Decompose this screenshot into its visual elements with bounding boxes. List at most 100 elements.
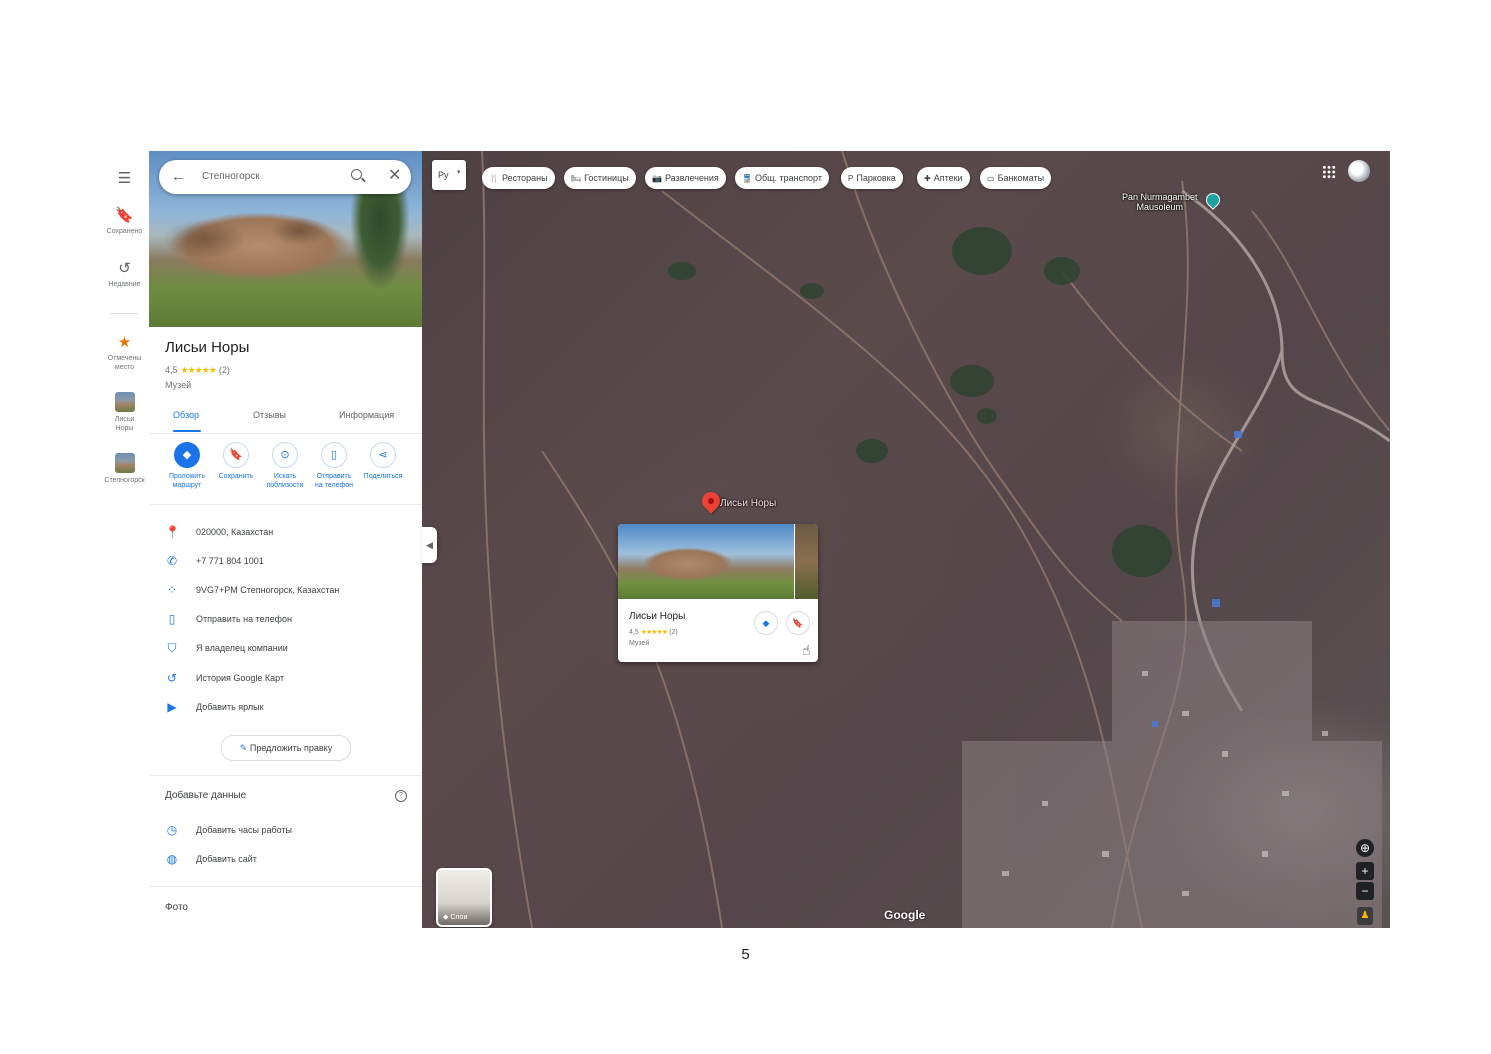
crosshair-icon: ⊕ [1359,841,1371,855]
account-avatar[interactable] [1348,160,1370,182]
info-send-to-phone[interactable]: ▯ Отправить на телефон [149,609,422,631]
add-website-item[interactable]: ◍ Добавить сайт [149,849,422,871]
poi-mausoleum-label[interactable]: Pan Nurmagambet Mausoleum [1122,192,1198,212]
zoom-in-button[interactable]: + [1356,862,1374,880]
info-plus-code[interactable]: ⁘ 9VG7+PM Степногорск, Казахстан [149,580,422,602]
help-icon[interactable]: ? [395,790,407,802]
info-phone[interactable]: ✆ +7 771 804 1001 [149,551,422,573]
input-tools-button[interactable]: Ру ▾ [432,160,466,190]
recent-place-2[interactable]: Степногорск [100,453,149,485]
zoom-out-button[interactable]: − [1356,882,1374,900]
card-save-button[interactable]: 🔖 [786,611,810,635]
share-icon: ⋖ [370,442,396,468]
marked-places-button[interactable]: ★ Отмечены место [100,335,149,372]
card-title: Лисьи Норы [629,611,686,622]
pharmacy-icon: ✚ [924,174,931,183]
chip-parking[interactable]: P Парковка [841,167,903,189]
google-apps-icon[interactable] [1322,165,1336,179]
tab-about[interactable]: Информация [339,410,394,420]
card-rating: 4,5 ★★★★★ (2) [629,629,678,636]
active-tab-indicator [173,430,201,432]
menu-button[interactable]: ☰ [100,171,149,190]
verified-shield-icon: ⛉ [167,641,177,655]
history-icon: ↺ [118,260,131,277]
layers-button[interactable]: ◆ Слои [436,868,492,927]
bookmark-icon: 🔖 [223,442,249,468]
tab-reviews[interactable]: Отзывы [253,410,286,420]
rail-divider [110,313,138,314]
satellite-map[interactable]: Ру ▾ 🍴 Рестораны 🛏 Гостиницы 📷 Развлечения … [422,151,1390,928]
parking-icon: P [848,174,854,183]
send-to-phone-button[interactable]: ▯ Отправить на телефон [308,442,360,490]
pencil-icon: ✎ [239,743,248,753]
recent-button[interactable]: ↺ Недавние [100,261,149,289]
history-icon: ↺ [166,671,178,685]
directions-icon: ◆ [174,442,200,468]
hotel-icon: 🛏 [571,174,582,183]
phone-icon: ✆ [166,554,178,568]
recent-place-1[interactable]: Лисьи Норы [100,392,149,433]
suggest-edit-button[interactable]: ✎ Предложить правку [221,735,351,761]
send-to-phone-icon: ▯ [168,612,176,626]
tab-overview[interactable]: Обзор [173,410,199,420]
place-hover-card[interactable]: Лисьи Норы 4,5 ★★★★★ (2) Музей ◆ 🔖 ☝ [618,524,818,662]
hamburger-menu-icon: ☰ [117,170,132,187]
photos-heading: Фото [165,902,188,913]
share-button[interactable]: ⋖ Поделиться [357,442,409,481]
info-add-label[interactable]: ▶ Добавить ярлык [149,697,422,719]
label-tag-icon: ▶ [167,700,177,714]
card-photo[interactable] [618,524,794,599]
transit-icon: 🚆 [742,174,752,183]
info-claim-business[interactable]: ⛉ Я владелец компании [149,638,422,660]
search-box[interactable]: ← Степногорск ✕ [159,160,411,194]
marked-label: Отмечены место [107,355,142,371]
layers-icon: ◆ [443,914,449,921]
chip-pharmacies[interactable]: ✚ Аптеки [917,167,970,189]
card-directions-button[interactable]: ◆ [754,611,778,635]
rating-value: 4,5 [165,365,178,375]
layers-label: ◆ Слои [443,914,468,921]
card-photo-secondary[interactable] [795,524,818,599]
place-thumbnail [114,392,135,412]
place-category[interactable]: Музей [165,380,191,390]
search-input[interactable]: Степногорск [202,171,260,182]
search-icon[interactable] [351,169,362,180]
back-arrow-icon[interactable]: ← [171,168,186,186]
chip-restaurants[interactable]: 🍴 Рестораны [482,167,555,189]
info-address[interactable]: 📍 020000, Казахстан [149,522,422,544]
close-icon[interactable]: ✕ [388,167,401,185]
bookmark-icon: 🔖 [115,207,134,224]
chip-transit[interactable]: 🚆 Общ. транспорт [735,167,829,189]
minus-icon: − [1361,884,1369,898]
place-rating[interactable]: 4,5 ★★★★★ (2) [165,365,230,376]
plus-code-icon: ⁘ [166,583,178,597]
google-logo: Google [884,908,926,922]
chip-atms[interactable]: ▭ Банкоматы [980,167,1052,189]
restaurant-icon: 🍴 [489,174,499,183]
saved-label: Сохранено [106,228,143,235]
chip-entertainment[interactable]: 📷 Развлечения [645,167,726,189]
info-maps-history[interactable]: ↺ История Google Карт [149,668,422,690]
saved-button[interactable]: 🔖 Сохранено [100,208,149,236]
add-data-heading: Добавьте данные [165,790,247,801]
review-count[interactable]: (2) [219,365,230,375]
save-button[interactable]: 🔖 Сохранить [210,442,262,481]
directions-button[interactable]: ◆ Проложить маршрут [161,442,213,490]
camera-icon: 📷 [652,174,662,183]
card-category: Музей [629,640,650,647]
place-thumbnail [114,453,135,473]
nearby-search-icon: ⊙ [272,442,298,468]
pin-label[interactable]: Лисьи Норы [720,498,776,509]
star-icon: ★ [117,334,132,351]
my-location-button[interactable]: ⊕ [1356,839,1374,857]
place-tabs: Обзор Отзывы Информация [149,401,422,434]
recent-place-2-label: Степногорск [104,477,145,484]
globe-icon: ◍ [166,852,178,866]
collapse-panel-button[interactable]: ◀ [422,527,437,563]
nearby-button[interactable]: ⊙ Искать поблизости [259,442,311,490]
place-panel: ← Степногорск ✕ Лисьи Норы 4,5 ★★★★★ (2) М… [149,151,422,928]
location-pin-icon: 📍 [165,525,180,539]
add-hours-item[interactable]: ◷ Добавить часы работы [149,820,422,842]
chip-hotels[interactable]: 🛏 Гостиницы [564,167,636,189]
pegman-icon[interactable]: ♟ [1357,907,1373,925]
